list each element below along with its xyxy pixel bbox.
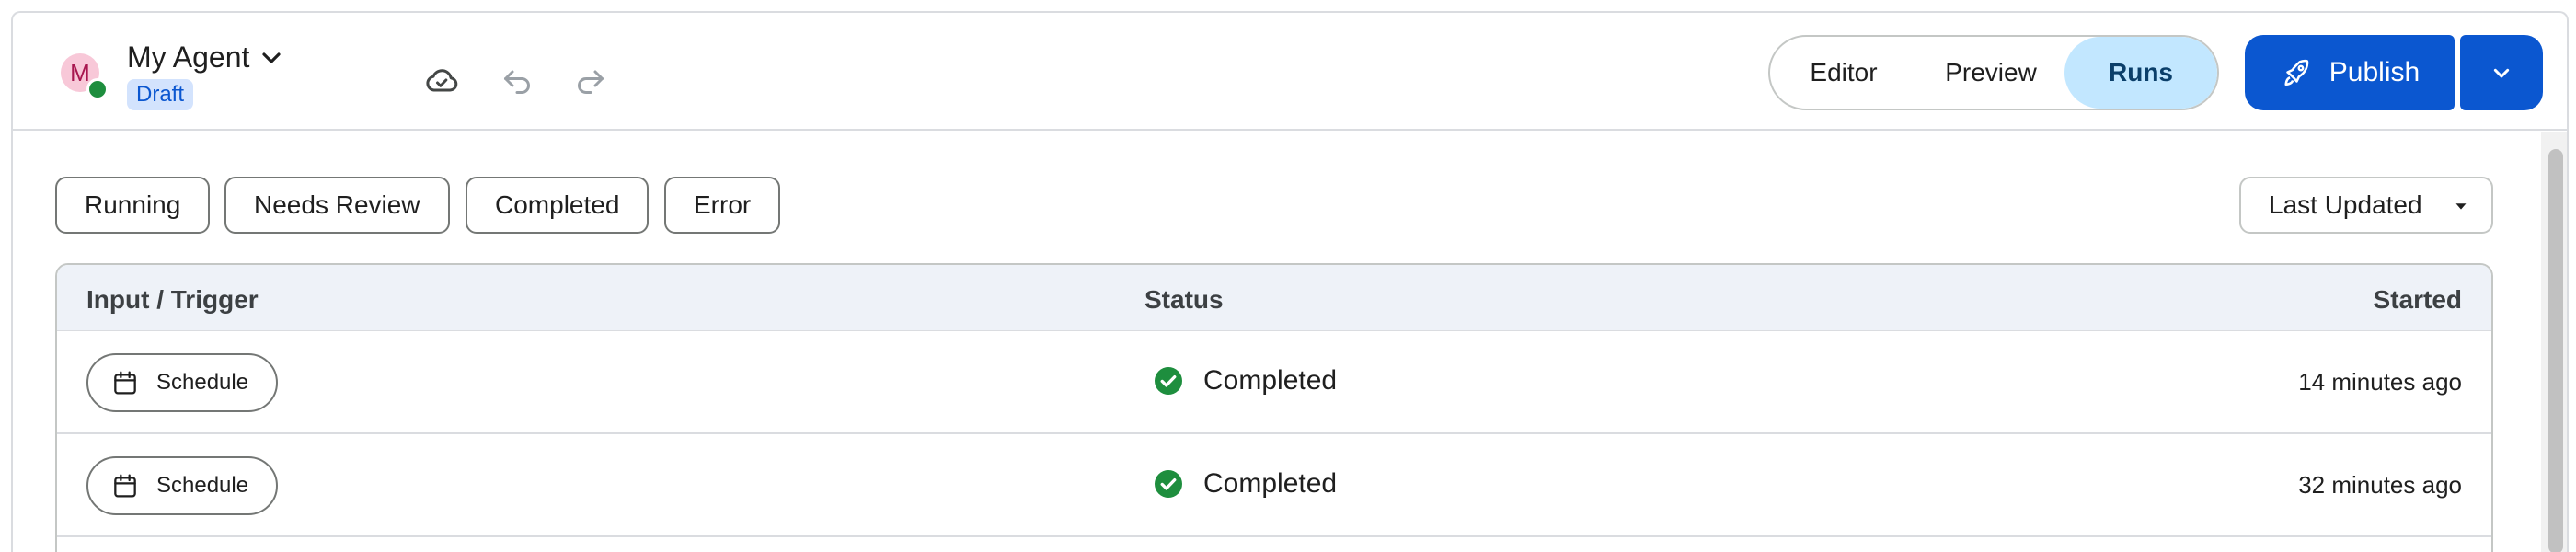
redo-icon[interactable] xyxy=(572,63,609,99)
view-toggle: Editor Preview Runs xyxy=(1768,35,2219,110)
column-header-input: Input / Trigger xyxy=(86,285,259,314)
started-time: 32 minutes ago xyxy=(2298,471,2462,499)
trigger-label: Schedule xyxy=(156,473,249,498)
trigger-chip[interactable]: Schedule xyxy=(86,353,279,412)
sort-selected-value: Last Updated xyxy=(2269,190,2422,219)
chevron-down-icon xyxy=(262,52,282,63)
chevron-down-icon xyxy=(2493,68,2510,78)
table-row[interactable]: Schedule Completed 14 minutes ago xyxy=(57,331,2491,434)
check-circle-icon xyxy=(1155,470,1182,498)
publish-options-button[interactable] xyxy=(2460,35,2543,110)
started-time: 14 minutes ago xyxy=(2298,368,2462,396)
table-header: Input / Trigger Status Started xyxy=(57,265,2491,331)
tab-editor[interactable]: Editor xyxy=(1770,37,1917,109)
status-badge: Draft xyxy=(127,79,194,110)
rocket-icon xyxy=(2284,59,2309,86)
trigger-chip[interactable]: Schedule xyxy=(86,456,279,515)
publish-button[interactable]: Publish xyxy=(2245,35,2455,110)
status-label: Completed xyxy=(1203,365,1338,396)
status-label: Completed xyxy=(1203,468,1338,499)
scrollbar-thumb[interactable] xyxy=(2548,149,2563,552)
runs-table: Input / Trigger Status Started Schedule … xyxy=(55,263,2493,552)
tab-runs[interactable]: Runs xyxy=(2064,37,2217,109)
dropdown-arrow-icon xyxy=(2455,203,2467,210)
filter-chip-running[interactable]: Running xyxy=(55,177,211,234)
app-window: M My Agent Draft Editor Preview Runs Pub… xyxy=(11,11,2569,552)
agent-name-menu[interactable]: My Agent xyxy=(127,40,286,75)
calendar-icon xyxy=(114,371,136,395)
calendar-icon xyxy=(114,474,136,498)
check-circle-icon xyxy=(1155,367,1182,395)
column-header-started: Started xyxy=(2373,285,2462,314)
top-bar: M My Agent Draft Editor Preview Runs Pub… xyxy=(13,13,2567,131)
filter-chip-completed[interactable]: Completed xyxy=(466,177,650,234)
undo-icon[interactable] xyxy=(499,63,535,99)
status-cell: Completed xyxy=(1152,467,1337,500)
table-row[interactable]: Schedule Completed 32 minutes ago xyxy=(57,434,2491,537)
sort-select[interactable]: Last Updated xyxy=(2239,177,2493,234)
filter-chip-error[interactable]: Error xyxy=(664,177,781,234)
publish-label: Publish xyxy=(2329,57,2421,87)
cloud-check-icon[interactable] xyxy=(423,63,460,99)
agent-name: My Agent xyxy=(127,40,250,74)
trigger-label: Schedule xyxy=(156,370,249,395)
column-header-status: Status xyxy=(1144,285,1224,314)
tab-preview[interactable]: Preview xyxy=(1917,37,2064,109)
filter-chip-needs-review[interactable]: Needs Review xyxy=(224,177,450,234)
online-status-dot xyxy=(86,78,109,100)
status-cell: Completed xyxy=(1152,364,1337,397)
